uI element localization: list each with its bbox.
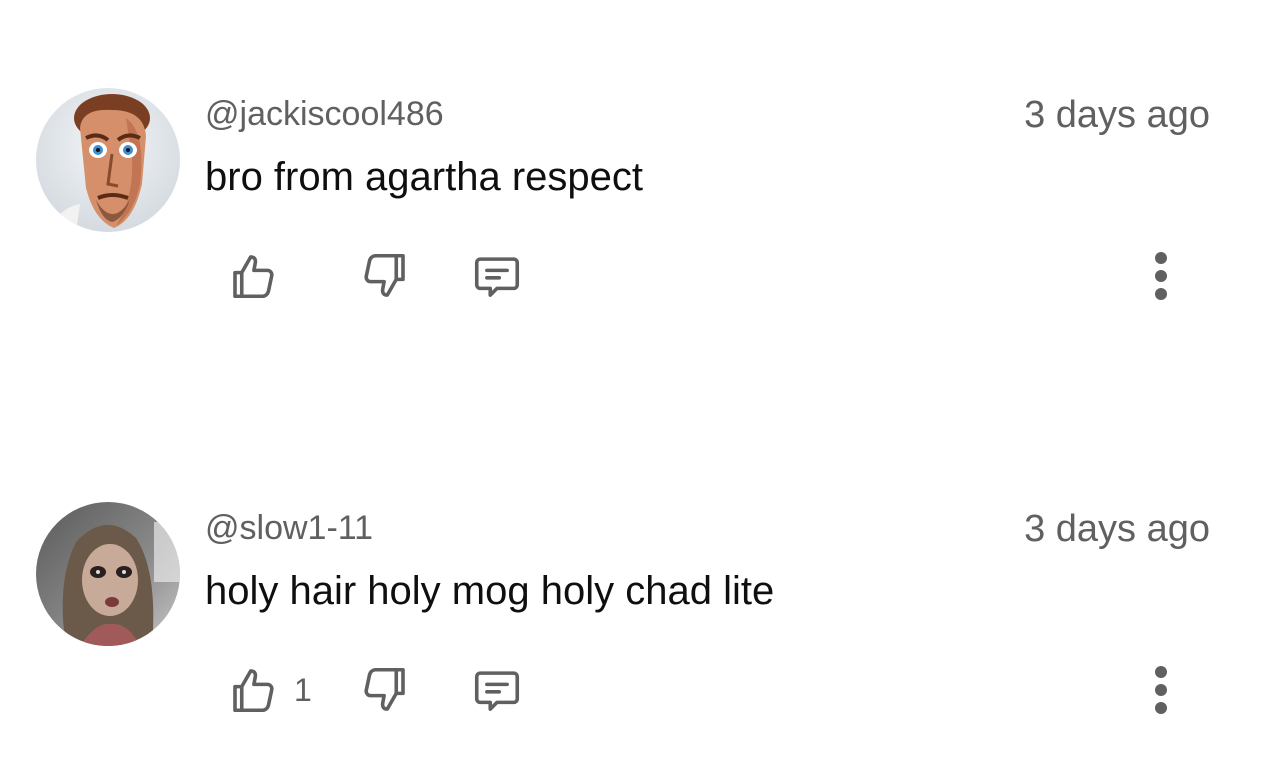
avatar[interactable] — [36, 502, 180, 646]
avatar[interactable] — [36, 88, 180, 232]
comment-timestamp: 3 days ago — [1024, 94, 1210, 136]
reply-comment-icon — [474, 671, 520, 711]
comment-text: holy hair holy mog holy chad lite — [205, 569, 775, 613]
reply-comment-icon — [474, 257, 520, 297]
more-options-button[interactable] — [1140, 662, 1182, 718]
vertical-ellipsis-icon — [1155, 666, 1167, 714]
vertical-ellipsis-icon — [1155, 252, 1167, 300]
more-options-button[interactable] — [1140, 248, 1182, 304]
comment-actions — [0, 248, 1284, 304]
thumbs-up-icon — [233, 669, 274, 713]
comment-author-handle[interactable]: @slow1-11 — [205, 508, 373, 548]
dislike-button[interactable] — [358, 662, 412, 718]
avatar-cartoon-man-icon — [36, 88, 180, 232]
thumbs-down-icon — [364, 667, 405, 711]
reply-button[interactable] — [470, 662, 524, 718]
dislike-button[interactable] — [358, 248, 412, 304]
comment-author-handle[interactable]: @jackiscool486 — [205, 94, 444, 134]
comment-item: @slow1-11 3 days ago holy hair holy mog … — [0, 502, 1284, 761]
comment-item: @jackiscool486 3 days ago bro from agart… — [0, 88, 1284, 348]
thumbs-up-icon — [233, 255, 274, 299]
thumbs-down-icon — [364, 253, 405, 297]
avatar-woman-photo-icon — [36, 502, 180, 646]
comment-timestamp: 3 days ago — [1024, 508, 1210, 550]
comment-actions: 1 — [0, 662, 1284, 718]
comment-text: bro from agartha respect — [205, 155, 643, 199]
like-button[interactable]: 1 — [226, 662, 312, 718]
reply-button[interactable] — [470, 248, 524, 304]
like-count: 1 — [294, 672, 312, 708]
like-button[interactable] — [226, 248, 294, 304]
